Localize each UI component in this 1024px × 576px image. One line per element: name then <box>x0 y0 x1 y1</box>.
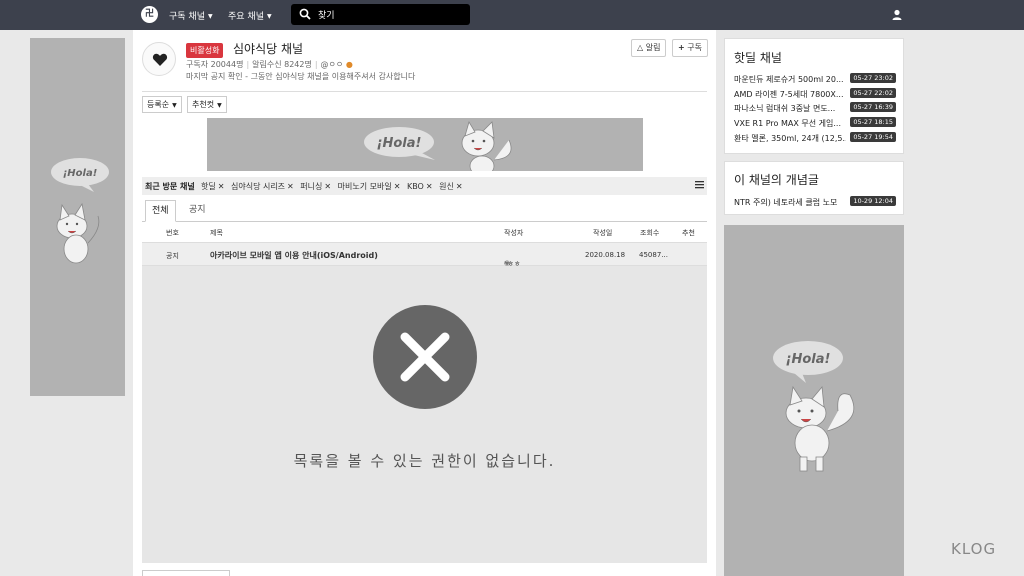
timestamp-badge: 10-29 12:04 <box>850 196 896 206</box>
hot-channel-item[interactable]: 환타 멜론, 350ml, 24개 (12,5... 05-27 19:54 <box>734 131 896 144</box>
left-ad-banner[interactable]: ¡Hola! <box>30 38 125 396</box>
hot-channel-card: 핫딜 채널 마운틴듀 제로슈거 500ml 20... 05-27 23:02 A… <box>724 38 904 154</box>
alarm-button[interactable]: △ 알림 <box>631 39 667 57</box>
col-views: 조회수 <box>640 229 660 237</box>
col-author: 작성자 <box>504 229 524 237</box>
notification-count: 알림수신 8242명 <box>252 60 312 69</box>
top-nav: 卍 구독 채널 ▼ 주요 채널 ▼ 찾기 <box>0 0 1024 30</box>
col-number: 번호 <box>166 229 179 237</box>
mascot-illustration: ¡Hola! <box>51 158 109 264</box>
person-icon: ● <box>345 60 353 69</box>
notice-date: 2020.08.18 <box>585 251 626 259</box>
sort-select[interactable]: 등록순 ▼ <box>142 96 182 113</box>
recent-channels-label: 최근 방문 채널 <box>145 182 195 191</box>
close-circle-icon <box>373 305 477 409</box>
subscribe-button[interactable]: + 구독 <box>672 39 708 57</box>
close-icon[interactable]: ✕ <box>394 182 401 191</box>
no-permission-message: 목록을 볼 수 있는 권한이 없습니다. <box>293 452 556 470</box>
chevron-down-icon: ▼ <box>266 13 272 20</box>
hola-text: ¡Hola! <box>63 168 98 179</box>
channel-title[interactable]: 심야식당 채널 <box>233 40 303 57</box>
concept-posts-card: 이 채널의 개념글 NTR 주의) 네토라세 클럽 노모 10-29 12:04 <box>724 161 904 215</box>
notice-row[interactable]: 공지 아카라이브 모바일 앱 이용 안내(iOS/Android) *ㅎㅎ ◉ … <box>142 243 707 268</box>
recommend-label: 추천컷 <box>192 100 215 109</box>
tab-notice[interactable]: 공지 <box>183 200 212 222</box>
channel-stats: 구독자 20044명 | 알림수신 8242명 | @ㅇㅇ ● <box>186 60 353 69</box>
notice-number: 공지 <box>166 252 179 260</box>
col-date: 작성일 <box>593 229 613 237</box>
close-icon[interactable]: ✕ <box>324 182 331 191</box>
hot-channel-item[interactable]: AMD 라이젠 7-5세대 7800X... 05-27 22:02 <box>734 87 896 100</box>
search-box[interactable]: 찾기 <box>291 4 470 25</box>
chevron-down-icon: ▼ <box>217 102 222 109</box>
subscribed-channels-menu[interactable]: 구독 채널 ▼ <box>169 9 213 22</box>
mascot-banner-illustration: ¡Hola! <box>364 121 512 177</box>
recent-channel-item[interactable]: 마비노기 모바일 ✕ <box>338 182 401 191</box>
top-ad-banner[interactable]: ¡Hola! <box>207 118 643 177</box>
hot-channel-item[interactable]: 파나소닉 럼대쉬 3중날 면도... 05-27 16:39 <box>734 101 896 114</box>
hot-channel-title[interactable]: 핫딜 채널 <box>734 49 782 66</box>
hot-channel-item[interactable]: VXE R1 Pro MAX 무선 게임... 05-27 18:15 <box>734 116 896 129</box>
header-divider <box>142 91 707 92</box>
hamburger-menu-icon[interactable] <box>695 180 704 189</box>
hola-text: ¡Hola! <box>786 352 831 367</box>
col-recommend: 추천 <box>682 229 695 237</box>
close-icon[interactable]: ✕ <box>218 182 225 191</box>
timestamp-badge: 05-27 19:54 <box>850 132 896 142</box>
close-icon[interactable]: ✕ <box>287 182 294 191</box>
watermark: KLOG <box>951 540 997 558</box>
inactive-badge: 비활성화 <box>186 43 224 58</box>
channel-main-panel: 비활성화 심야식당 채널 구독자 20044명 | 알림수신 8242명 | @ㅇㅇ ●… <box>133 30 716 576</box>
mascot-illustration: ¡Hola! <box>773 341 855 472</box>
right-ad-banner[interactable]: ¡Hola! <box>724 225 904 576</box>
timestamp-badge: 05-27 22:02 <box>850 88 896 98</box>
search-icon <box>299 8 311 20</box>
recent-channel-item[interactable]: KBO ✕ <box>407 182 433 191</box>
close-icon[interactable]: ✕ <box>456 182 463 191</box>
recent-channel-item[interactable]: 핫딜 ✕ <box>201 182 224 191</box>
recommend-select[interactable]: 추천컷 ▼ <box>187 96 227 113</box>
tab-all[interactable]: 전체 <box>145 200 176 222</box>
board-tabs: 전체 공지 <box>142 200 707 222</box>
concept-posts-title[interactable]: 이 채널의 개념글 <box>734 171 819 188</box>
main-channels-label: 주요 채널 <box>228 12 264 22</box>
heart-icon <box>152 53 168 66</box>
recent-channel-item[interactable]: 심야식당 시리즈 ✕ <box>231 182 294 191</box>
alarm-label: 알림 <box>645 43 661 52</box>
empty-state: 목록을 볼 수 있는 권한이 없습니다. <box>142 266 707 563</box>
channel-owner[interactable]: @ㅇㅇ <box>321 60 344 69</box>
col-title: 제목 <box>210 229 223 237</box>
subscriber-count: 구독자 20044명 <box>186 60 244 69</box>
recent-channels-bar: 최근 방문 채널 핫딜 ✕ 심야식당 시리즈 ✕ 퍼니싱 ✕ 마비노기 모바일 ✕ KB… <box>142 177 707 195</box>
search-placeholder: 찾기 <box>318 11 335 21</box>
timestamp-badge: 05-27 16:39 <box>850 102 896 112</box>
main-channels-menu[interactable]: 주요 채널 ▼ <box>228 9 272 22</box>
hola-text: ¡Hola! <box>377 136 422 151</box>
channel-notice[interactable]: 마지막 공지 확인 - 그동안 심야식당 채널을 이용해주셔서 감사합니다 <box>186 71 415 82</box>
notice-title[interactable]: 아카라이브 모바일 앱 이용 안내(iOS/Android) <box>210 250 378 261</box>
concept-post-item[interactable]: NTR 주의) 네토라세 클럽 노모 10-29 12:04 <box>734 195 896 208</box>
chevron-down-icon: ▼ <box>207 13 213 20</box>
recent-channel-item[interactable]: 원신 ✕ <box>439 182 462 191</box>
channel-avatar[interactable] <box>142 42 176 76</box>
close-icon[interactable]: ✕ <box>426 182 433 191</box>
sort-label: 등록순 <box>147 100 170 109</box>
user-icon[interactable] <box>891 9 903 21</box>
pagination-fragment <box>142 570 230 576</box>
chevron-down-icon: ▼ <box>172 102 177 109</box>
table-header: 번호 제목 작성자 작성일 조회수 추천 <box>142 222 707 243</box>
plus-icon: + <box>678 43 685 52</box>
site-logo[interactable]: 卍 <box>141 6 158 23</box>
recent-channels-list: 핫딜 ✕ 심야식당 시리즈 ✕ 퍼니싱 ✕ 마비노기 모바일 ✕ KBO ✕ 원신 ✕ <box>201 181 467 192</box>
notice-views: 45087... <box>639 251 668 259</box>
subscribe-label: 구독 <box>687 43 702 52</box>
subscribed-channels-label: 구독 채널 <box>169 12 205 22</box>
bell-icon: △ <box>637 43 644 52</box>
recent-channel-item[interactable]: 퍼니싱 ✕ <box>300 182 331 191</box>
hot-channel-item[interactable]: 마운틴듀 제로슈거 500ml 20... 05-27 23:02 <box>734 72 896 85</box>
timestamp-badge: 05-27 18:15 <box>850 117 896 127</box>
timestamp-badge: 05-27 23:02 <box>850 73 896 83</box>
